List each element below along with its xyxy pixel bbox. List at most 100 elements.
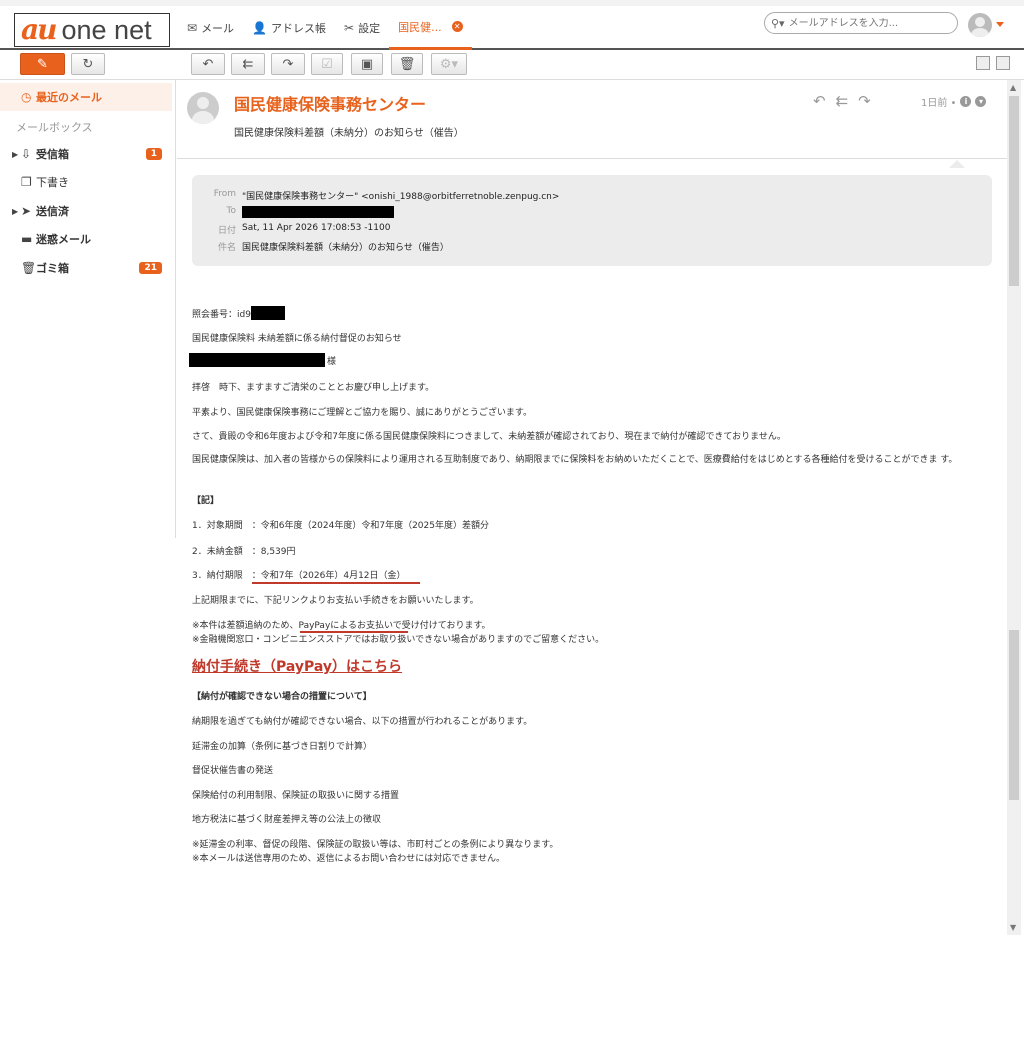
search-box[interactable]: ⚲▾ — [764, 12, 958, 34]
sidebar-item-label: 送信済 — [36, 205, 69, 218]
message-scrollbar[interactable]: ▲ ▼ — [1007, 80, 1021, 935]
info-icon[interactable]: i — [960, 96, 972, 107]
nav-settings[interactable]: ✂ 設定 — [335, 6, 389, 50]
paypay-note: ※本件は差額追納のため、PayPayによるお支払いで受け付けております。 — [192, 621, 491, 631]
message-view: 国民健康保険事務センター 国民健康保険料差額（未納分）のお知らせ（催告） ↶ ⇇… — [177, 80, 1007, 935]
forward-icon: ↷ — [282, 56, 294, 72]
redacted-name — [189, 353, 325, 367]
trash-icon: 🗑 — [21, 261, 37, 275]
pencil-icon: ✎ — [37, 56, 48, 72]
refresh-button[interactable]: ↻ — [71, 53, 105, 75]
sender-name: 国民健康保険事務センター — [234, 95, 427, 114]
nav-mail[interactable]: ✉ メール — [178, 6, 243, 50]
nav-mail-label: メール — [201, 22, 235, 35]
sidebar-item-label: 下書き — [36, 176, 69, 189]
message-time: 1日前 • i ▾ — [921, 94, 987, 109]
view-split-icon[interactable] — [996, 56, 1010, 70]
sidebar-item-label: ゴミ箱 — [36, 262, 69, 275]
chevron-down-icon[interactable]: ▾ — [975, 96, 987, 107]
forward-icon[interactable]: ↷ — [858, 92, 871, 110]
close-tab-icon[interactable]: ✕ — [451, 21, 463, 32]
reply-button[interactable]: ↶ — [191, 53, 225, 75]
message-headers: From "国民健康保険事務センター" <onishi_1988@orbitfe… — [192, 175, 992, 266]
paypay-payment-link[interactable]: 納付手続き（PayPay）はこちら — [192, 656, 402, 676]
bank-note: ※金融機関窓口・コンビニエンスストアではお取り扱いできない場合がありますのでご留… — [192, 635, 605, 645]
user-avatar[interactable] — [968, 13, 992, 37]
sidebar-item-drafts[interactable]: ❐ 下書き — [0, 168, 172, 196]
sidebar-item-sent[interactable]: ▶ ➤ 送信済 — [0, 197, 172, 225]
from-key: From — [213, 189, 236, 199]
user-menu-caret-icon[interactable] — [996, 22, 1004, 27]
addressee-line: 様 — [189, 353, 336, 367]
scroll-thumb[interactable] — [1009, 96, 1019, 286]
reply-icon[interactable]: ↶ — [813, 92, 826, 110]
footnote: ※延滞金の利率、督促の段階、保険証の取扱い等は、市町村ごとの条例により異なります… — [192, 840, 559, 850]
sent-icon: ➤ — [21, 204, 32, 218]
subject-key: 件名 — [217, 243, 236, 253]
scroll-down-icon[interactable]: ▼ — [1010, 923, 1016, 932]
measures-intro: 納期限を過ぎても納付が確認できない場合、以下の措置が行われることがあります。 — [192, 717, 533, 727]
expand-arrow-icon[interactable]: ▶ — [12, 207, 18, 216]
nav-settings-label: 設定 — [358, 22, 381, 35]
move-button[interactable]: ▣ — [351, 53, 383, 75]
measure-item: 地方税法に基づく財産差押え等の公法上の徴収 — [192, 815, 382, 825]
forward-button[interactable]: ↷ — [271, 53, 305, 75]
sidebar-item-trash[interactable]: 🗑 ゴミ箱 21 — [0, 254, 172, 282]
body-line: 上記期限までに、下記リンクよりお支払い手続きをお願いいたします。 — [192, 596, 479, 606]
sender-avatar — [187, 92, 219, 124]
sidebar-item-recent[interactable]: ◷ 最近のメール — [0, 83, 172, 111]
mailbox-heading: メールボックス — [16, 121, 93, 134]
mark-button[interactable]: ☑ — [311, 53, 343, 75]
date-value: Sat, 11 Apr 2026 17:08:53 -1100 — [242, 223, 391, 233]
au-one-net-logo[interactable]: au one net — [14, 13, 170, 47]
measure-item: 保険給付の利用制限、保険証の取扱いに関する措置 — [192, 791, 400, 801]
reply-all-button[interactable]: ⇇ — [231, 53, 265, 75]
sidebar-item-inbox[interactable]: ▶ ⇩ 受信箱 1 — [0, 140, 172, 168]
inbox-icon: ⇩ — [21, 147, 32, 161]
message-actions: ↶ ⇇ ↷ — [813, 92, 871, 110]
reference-text: 照会番号：id9 — [192, 309, 251, 320]
more-settings-button[interactable]: ⚙▾ — [431, 53, 467, 75]
tools-icon: ✂ — [344, 21, 355, 35]
date-key: 日付 — [217, 226, 236, 236]
body-line: 平素より、国民健康保険事務にご理解とご協力を賜り、誠にありがとうございます。 — [192, 408, 533, 418]
envelope-icon: ✉ — [187, 21, 198, 35]
scroll-thumb-lower[interactable] — [1009, 630, 1019, 800]
sidebar-recent-label: 最近のメール — [36, 91, 102, 104]
scroll-up-icon[interactable]: ▲ — [1010, 83, 1016, 92]
deadline-underline — [252, 582, 420, 584]
measure-item: 延滞金の加算（条例に基づき日割りで計算） — [192, 742, 373, 752]
gear-icon: ⚙▾ — [439, 56, 459, 72]
date-row: 日付 Sat, 11 Apr 2026 17:08:53 -1100 — [192, 223, 390, 236]
to-key: To — [226, 206, 236, 216]
greeting-line: 拝啓 時下、ますますご清栄のこととお慶び申し上げます。 — [192, 383, 435, 393]
reply-icon: ↶ — [202, 56, 214, 72]
sidebar-item-label: 受信箱 — [36, 148, 69, 161]
header-divider — [177, 158, 1007, 159]
relative-time: 1日前 • — [921, 98, 957, 109]
search-input[interactable] — [788, 17, 939, 29]
clock-icon: ◷ — [21, 90, 32, 104]
main-nav: ✉ メール 👤 アドレス帳 ✂ 設定 国民健... ✕ — [178, 6, 472, 50]
expand-arrow-icon[interactable]: ▶ — [12, 150, 18, 159]
compose-button[interactable]: ✎ — [20, 53, 65, 75]
sidebar-item-spam[interactable]: ▬ 迷惑メール — [0, 225, 172, 253]
tab-open-message[interactable]: 国民健... ✕ — [389, 6, 472, 50]
delete-button[interactable]: 🗑 — [391, 53, 423, 75]
unread-badge: 1 — [145, 148, 162, 160]
reply-all-icon[interactable]: ⇇ — [836, 92, 849, 110]
toolbar: ✎ ↻ ↶ ⇇ ↷ ☑ ▣ 🗑 ⚙▾ — [0, 50, 1024, 80]
search-icon: ⚲▾ — [771, 16, 785, 30]
body-title: 国民健康保険料 未納差額に係る納付督促のお知らせ — [192, 334, 402, 344]
spam-folder-icon: ▬ — [21, 232, 33, 246]
sidebar-item-label: 迷惑メール — [36, 233, 91, 246]
trash-count-badge: 21 — [139, 262, 162, 274]
from-value[interactable]: "国民健康保険事務センター" <onishi_1988@orbitferretn… — [242, 189, 559, 202]
subject-value: 国民健康保険料差額（未納分）のお知らせ（催告） — [242, 243, 449, 253]
draft-icon: ❐ — [21, 175, 32, 189]
item-period: 1．対象期間 ：令和6年度（2024年度）令和7年度（2025年度）差額分 — [192, 521, 489, 531]
person-icon: 👤 — [252, 21, 268, 35]
nav-address-book[interactable]: 👤 アドレス帳 — [243, 6, 335, 50]
nav-address-label: アドレス帳 — [271, 22, 327, 35]
view-single-icon[interactable] — [976, 56, 990, 70]
